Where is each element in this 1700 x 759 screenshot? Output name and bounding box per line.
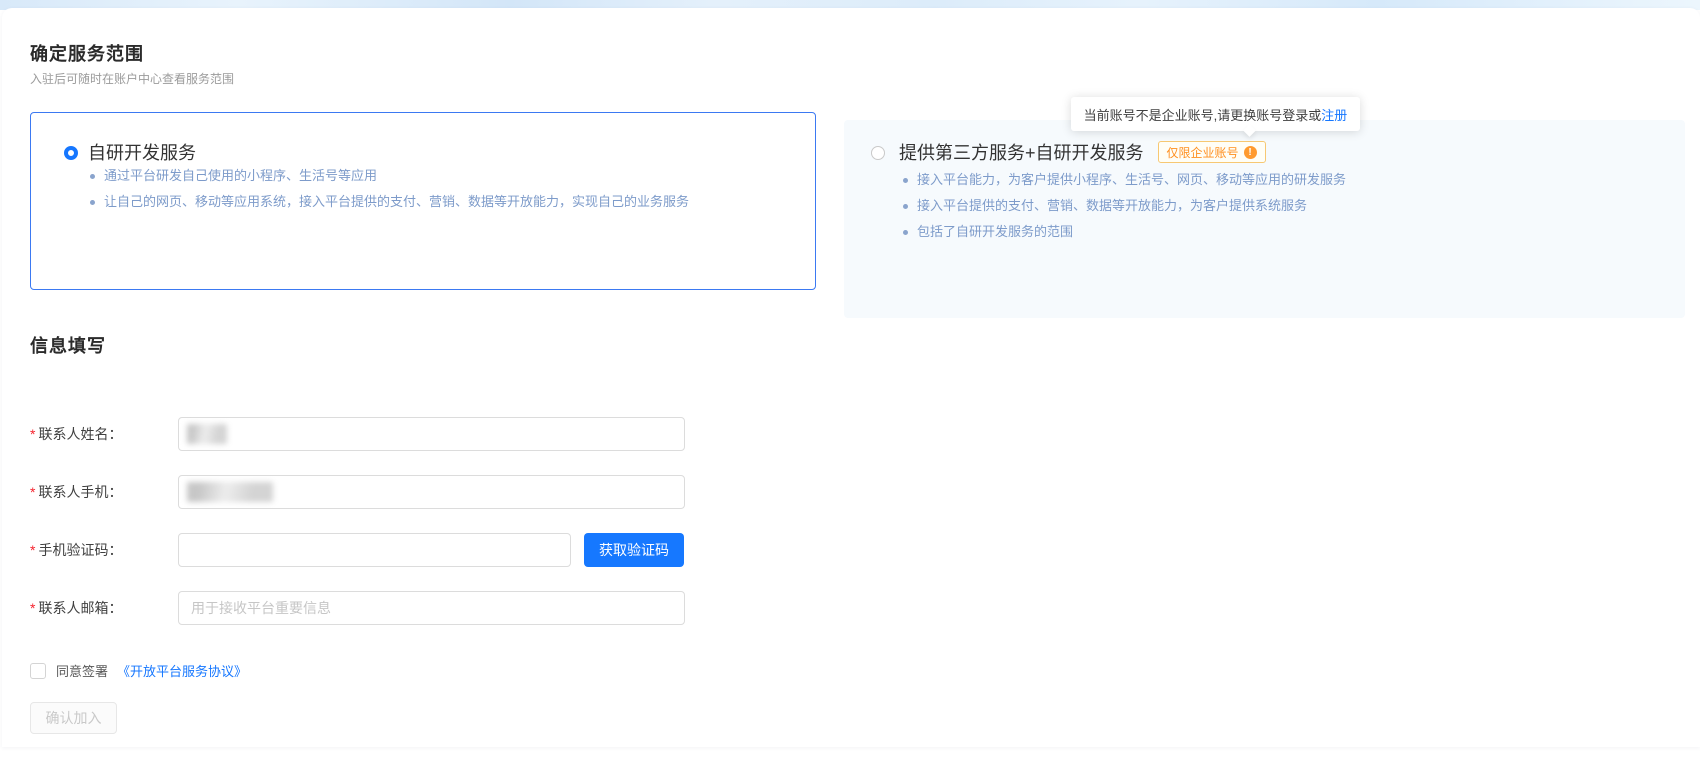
badge-label: 仅限企业账号 [1166,145,1239,160]
bullet-text: 接入平台能力，为客户提供小程序、生活号、网页、移动等应用的研发服务 [917,172,1347,187]
form-section-title: 信息填写 [30,336,106,356]
agreement-checkbox[interactable] [30,662,46,679]
label-text: 手机验证码： [38,542,123,558]
required-asterisk: * [30,600,36,616]
confirm-join-button[interactable]: 确认加入 [30,702,117,734]
contact-name-input[interactable] [178,417,685,451]
bullet-item: 包括了自研开发服务的范围 [903,225,1346,239]
agreement-row: 同意签署 《开放平台服务协议》 [30,661,247,680]
option-bullets-third-party: 接入平台能力，为客户提供小程序、生活号、网页、移动等应用的研发服务 接入平台提供… [903,173,1346,251]
bullet-dot-icon [903,229,908,235]
contact-email-label: * 联系人邮箱： [30,591,175,625]
enterprise-only-badge: 仅限企业账号 ! [1157,141,1266,163]
required-asterisk: * [30,484,36,500]
account-warning-tooltip: 当前账号不是企业账号,请更换账号登录或 注册 [1071,97,1360,137]
bullet-text: 接入平台提供的支付、营销、数据等开放能力，为客户提供系统服务 [917,198,1308,213]
option-card-self-dev[interactable]: 自研开发服务 通过平台研发自己使用的小程序、生活号等应用 让自己的网页、移动等应… [30,112,816,290]
agreement-prefix: 同意签署 [56,664,109,679]
label-text: 联系人手机： [38,484,123,500]
redacted-name-value [187,424,227,444]
page-title: 确定服务范围 [30,44,144,64]
bullet-text: 让自己的网页、移动等应用系统，接入平台提供的支付、营销、数据等开放能力，实现自己… [104,194,690,209]
bullet-item: 接入平台能力，为客户提供小程序、生活号、网页、移动等应用的研发服务 [903,173,1346,187]
bullet-dot-icon [903,177,908,183]
bullet-text: 通过平台研发自己使用的小程序、生活号等应用 [104,168,378,183]
contact-phone-label: * 联系人手机： [30,475,175,509]
option-title-self-dev: 自研开发服务 [88,143,196,163]
sms-code-input[interactable] [178,533,571,567]
contact-name-label: * 联系人姓名： [30,417,175,451]
bullet-text: 包括了自研开发服务的范围 [917,224,1074,239]
redacted-phone-value [187,482,273,502]
register-link[interactable]: 注册 [1321,105,1347,124]
option-bullets-self-dev: 通过平台研发自己使用的小程序、生活号等应用 让自己的网页、移动等应用系统，接入平… [90,169,689,221]
bullet-item: 让自己的网页、移动等应用系统，接入平台提供的支付、营销、数据等开放能力，实现自己… [90,195,689,209]
bullet-dot-icon [903,203,908,209]
warning-circle-icon: ! [1243,145,1257,159]
required-asterisk: * [30,426,36,442]
label-text: 联系人姓名： [38,426,123,442]
bullet-dot-icon [90,199,95,205]
sms-code-label: * 手机验证码： [30,533,175,567]
page-subtitle: 入驻后可随时在账户中心查看服务范围 [30,72,235,86]
radio-unselected-icon[interactable] [871,146,885,160]
option-card-third-party[interactable]: 提供第三方服务+自研开发服务 仅限企业账号 ! 接入平台能力，为客户提供小程序、… [844,120,1685,318]
get-code-button[interactable]: 获取验证码 [584,533,684,567]
agreement-link[interactable]: 《开放平台服务协议》 [117,661,247,680]
option-title-row: 提供第三方服务+自研开发服务 仅限企业账号 ! [899,139,1266,165]
bullet-item: 通过平台研发自己使用的小程序、生活号等应用 [90,169,689,183]
radio-selected-icon[interactable] [64,146,78,160]
label-text: 联系人邮箱： [38,600,123,616]
option-title-third-party: 提供第三方服务+自研开发服务 [899,143,1144,163]
bullet-item: 接入平台提供的支付、营销、数据等开放能力，为客户提供系统服务 [903,199,1346,213]
contact-email-input[interactable] [178,591,685,625]
tooltip-text: 当前账号不是企业账号,请更换账号登录或 [1083,107,1322,123]
required-asterisk: * [30,542,36,558]
bullet-dot-icon [90,173,95,179]
